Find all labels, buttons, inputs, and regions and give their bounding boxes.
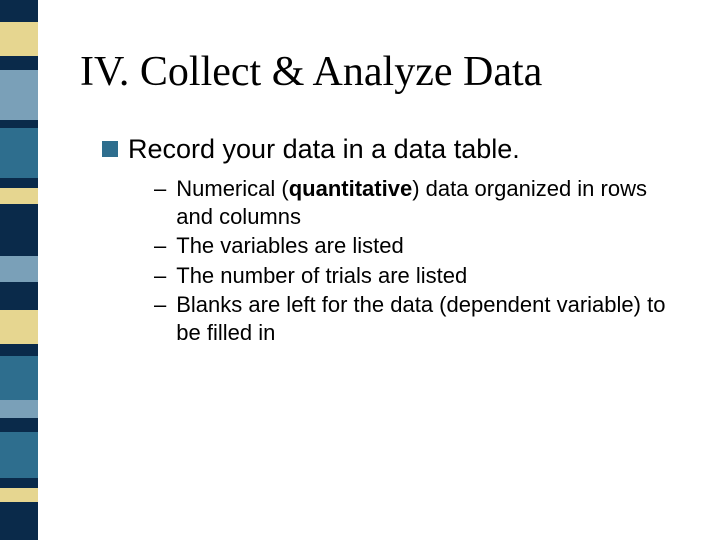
stripe-segment [0, 282, 38, 310]
dash-bullet-icon: – [154, 262, 166, 290]
bullet-level-2-item: –Blanks are left for the data (dependent… [154, 291, 680, 346]
stripe-segment [0, 356, 38, 400]
dash-bullet-icon: – [154, 291, 166, 319]
bullet-level-1-text: Record your data in a data table. [128, 134, 520, 165]
bullet-level-2-list: –Numerical (quantitative) data organized… [154, 175, 680, 346]
slide-content: IV. Collect & Analyze Data Record your d… [80, 48, 680, 348]
stripe-segment [0, 22, 38, 56]
slide-title: IV. Collect & Analyze Data [80, 48, 680, 96]
dash-bullet-icon: – [154, 232, 166, 260]
dash-bullet-icon: – [154, 175, 166, 203]
stripe-segment [0, 432, 38, 478]
stripe-segment [0, 400, 38, 418]
stripe-segment [0, 56, 38, 70]
stripe-segment [0, 488, 38, 502]
stripe-segment [0, 120, 38, 128]
square-bullet-icon [102, 141, 118, 157]
bullet-level-2-text: Blanks are left for the data (dependent … [176, 291, 680, 346]
stripe-segment [0, 188, 38, 204]
bullet-level-2-item: –Numerical (quantitative) data organized… [154, 175, 680, 230]
bullet-level-2-item: –The variables are listed [154, 232, 680, 260]
bullet-level-2-text: The number of trials are listed [176, 262, 467, 290]
bullet-level-2-item: –The number of trials are listed [154, 262, 680, 290]
stripe-segment [0, 204, 38, 256]
stripe-segment [0, 70, 38, 120]
decorative-stripe-column [0, 0, 38, 540]
stripe-segment [0, 418, 38, 432]
stripe-segment [0, 344, 38, 356]
stripe-segment [0, 256, 38, 282]
stripe-segment [0, 128, 38, 178]
bullet-level-2-text: Numerical (quantitative) data organized … [176, 175, 680, 230]
stripe-segment [0, 178, 38, 188]
bullet-level-2-text: The variables are listed [176, 232, 403, 260]
stripe-segment [0, 478, 38, 488]
stripe-segment [0, 310, 38, 344]
stripe-segment [0, 0, 38, 22]
stripe-segment [0, 502, 38, 540]
bullet-level-1: Record your data in a data table. –Numer… [102, 134, 680, 346]
